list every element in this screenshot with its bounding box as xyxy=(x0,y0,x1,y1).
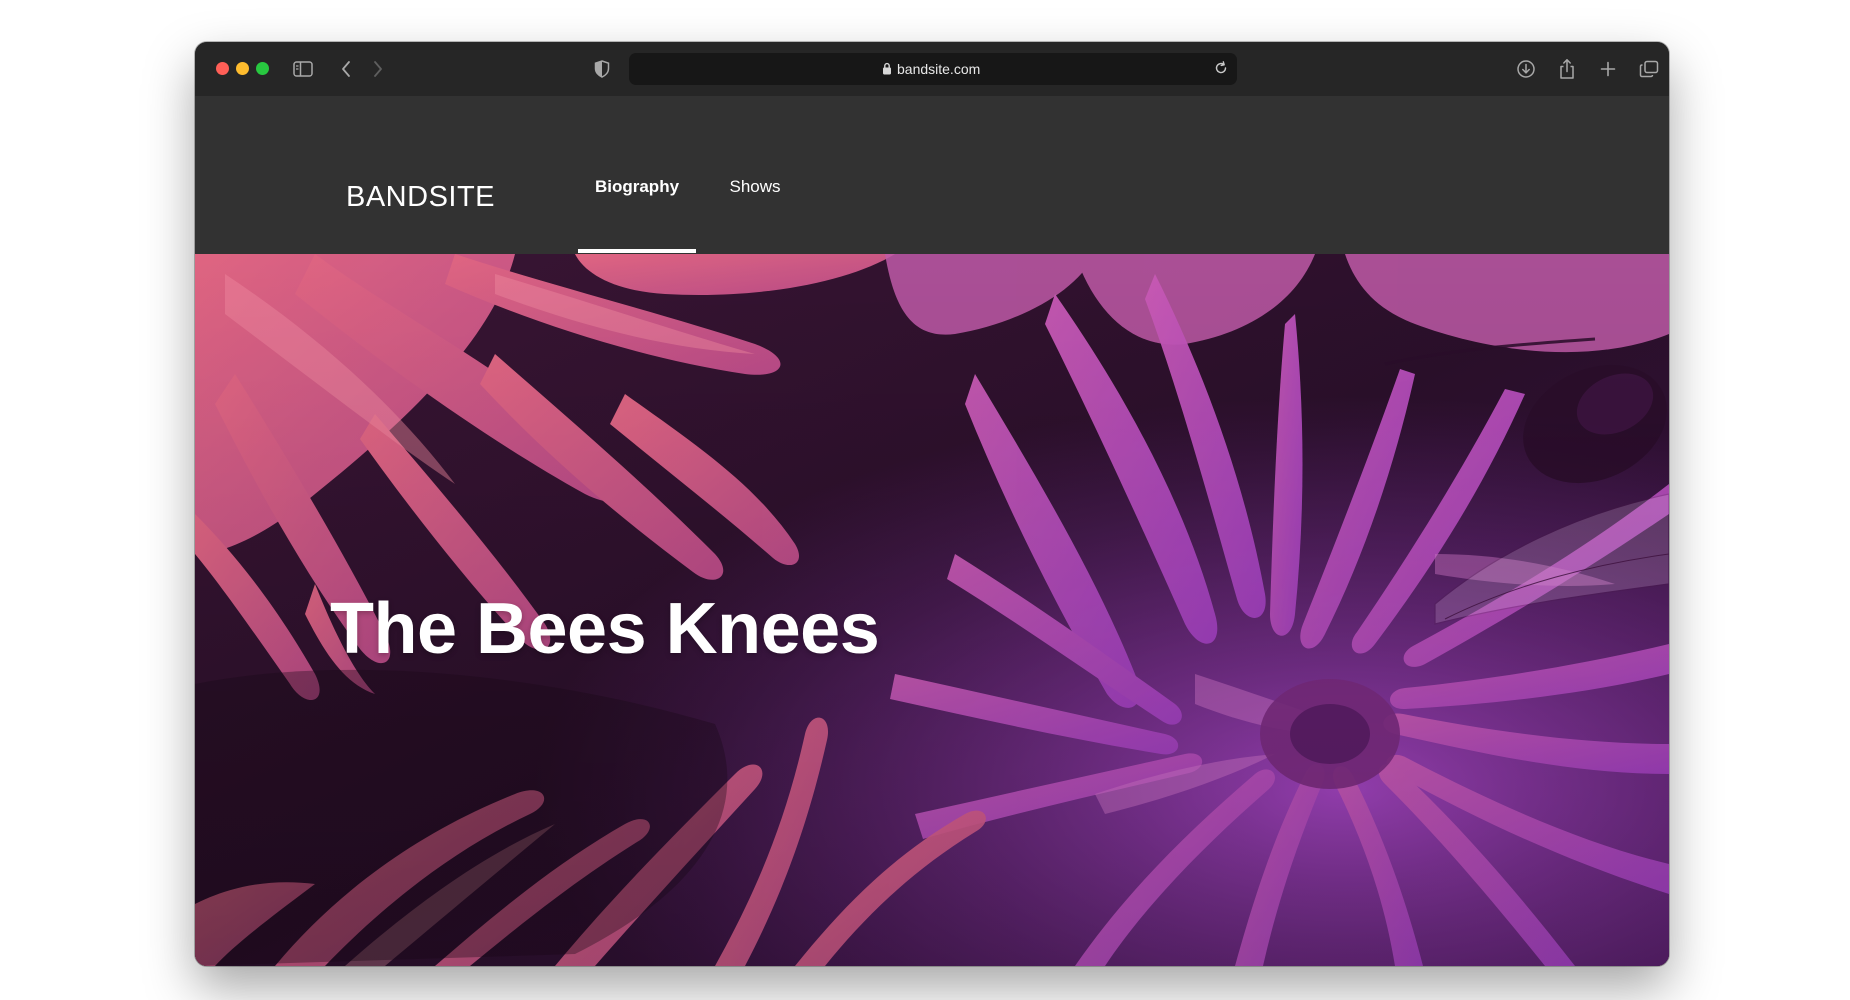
sidebar-icon[interactable] xyxy=(290,56,316,82)
lock-icon xyxy=(882,62,892,80)
close-window-button[interactable] xyxy=(216,62,229,75)
zoom-window-button[interactable] xyxy=(256,62,269,75)
share-icon[interactable] xyxy=(1554,56,1580,82)
forward-icon[interactable] xyxy=(365,56,391,82)
download-icon[interactable] xyxy=(1513,56,1539,82)
minimize-window-button[interactable] xyxy=(236,62,249,75)
hero-banner: The Bees Knees xyxy=(195,254,1669,966)
active-nav-indicator xyxy=(578,249,696,253)
back-icon[interactable] xyxy=(333,56,359,82)
browser-toolbar: bandsite.com xyxy=(195,42,1669,97)
reload-icon[interactable] xyxy=(1213,60,1229,81)
address-bar[interactable]: bandsite.com xyxy=(629,53,1237,85)
shield-icon[interactable] xyxy=(589,56,615,82)
screen: bandsite.com BANDSITE Biography Shows Th… xyxy=(0,0,1850,1000)
site-logo[interactable]: BANDSITE xyxy=(346,180,495,214)
address-bar-url: bandsite.com xyxy=(897,61,981,77)
tabs-overview-icon[interactable] xyxy=(1636,56,1662,82)
hero-title: The Bees Knees xyxy=(330,589,880,669)
new-tab-icon[interactable] xyxy=(1595,56,1621,82)
browser-window: bandsite.com BANDSITE Biography Shows Th… xyxy=(195,42,1669,966)
site-header: BANDSITE Biography Shows xyxy=(195,96,1669,254)
